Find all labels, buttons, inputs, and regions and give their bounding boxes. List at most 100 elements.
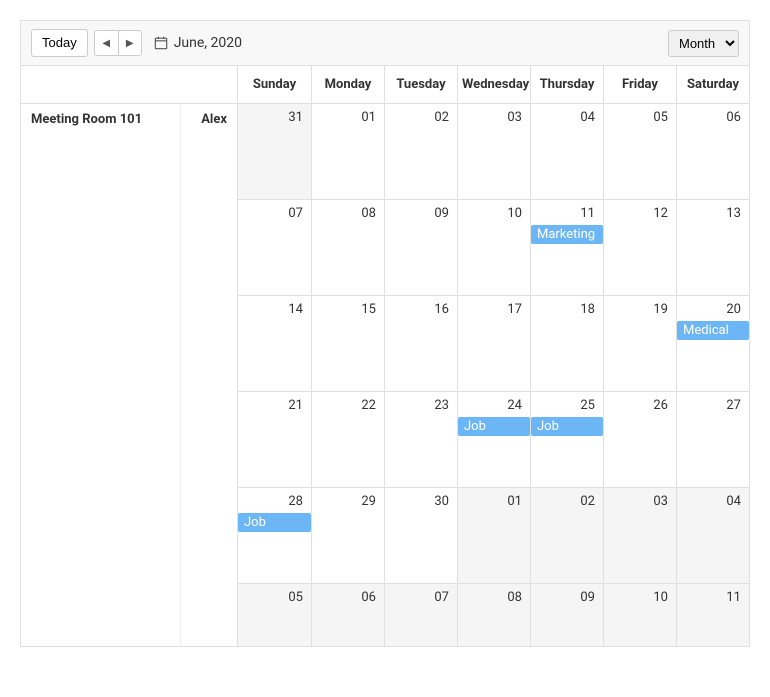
day-cell[interactable]: 11 Marketing	[530, 200, 603, 295]
day-cell[interactable]: 12	[603, 200, 676, 295]
day-number: 30	[389, 494, 449, 509]
day-header: Saturday	[676, 66, 749, 104]
day-number: 13	[681, 206, 741, 221]
day-number: 03	[462, 110, 522, 125]
day-number: 08	[462, 590, 522, 605]
today-button[interactable]: Today	[31, 29, 88, 57]
day-number: 27	[681, 398, 741, 413]
day-number: 11	[681, 590, 741, 605]
day-number: 07	[389, 590, 449, 605]
day-number: 15	[316, 302, 376, 317]
week-row: 07 08 09 10 11 Marketing 12 13	[238, 200, 749, 296]
day-cell[interactable]: 03	[603, 488, 676, 583]
day-cell[interactable]: 05	[238, 584, 311, 646]
day-number: 05	[608, 110, 668, 125]
day-cell[interactable]: 25Job	[530, 392, 603, 487]
day-cell[interactable]: 16	[384, 296, 457, 391]
day-cell[interactable]: 18	[530, 296, 603, 391]
calendar-event[interactable]: Marketing	[531, 225, 603, 244]
day-header: Monday	[311, 66, 384, 104]
day-cell[interactable]: 02	[384, 104, 457, 199]
calendar-event[interactable]: Job	[238, 513, 311, 532]
day-number: 14	[242, 302, 303, 317]
day-cell[interactable]: 17	[457, 296, 530, 391]
day-number: 24	[462, 398, 522, 413]
day-cell[interactable]: 07	[238, 200, 311, 295]
day-cell[interactable]: 09	[530, 584, 603, 646]
day-cell[interactable]: 04	[676, 488, 749, 583]
day-cell[interactable]: 24 Job	[457, 392, 530, 487]
day-cell[interactable]: 04	[530, 104, 603, 199]
toolbar: Today ◀ ▶ June, 2020 Month	[21, 21, 749, 66]
date-picker[interactable]: June, 2020	[154, 35, 242, 51]
day-cell[interactable]: 10	[603, 584, 676, 646]
scheduler: Today ◀ ▶ June, 2020 Month	[20, 20, 750, 647]
chevron-left-icon: ◀	[102, 38, 110, 49]
day-cell[interactable]: 26	[603, 392, 676, 487]
resource-owner-cell: Alex	[181, 104, 237, 646]
day-number: 09	[535, 590, 595, 605]
day-cell[interactable]: 27	[676, 392, 749, 487]
day-number: 05	[242, 590, 303, 605]
day-cell[interactable]: 30	[384, 488, 457, 583]
day-header: Tuesday	[384, 66, 457, 104]
day-cell[interactable]: 31	[238, 104, 311, 199]
day-cell[interactable]: 21	[238, 392, 311, 487]
day-number: 04	[681, 494, 741, 509]
day-header-row: SundayMondayTuesdayWednesdayThursdayFrid…	[238, 66, 749, 104]
day-cell[interactable]: 06	[676, 104, 749, 199]
day-number: 09	[389, 206, 449, 221]
day-cell[interactable]: 10	[457, 200, 530, 295]
day-number: 06	[681, 110, 741, 125]
day-cell[interactable]: 06	[311, 584, 384, 646]
next-button[interactable]: ▶	[118, 30, 142, 56]
day-number: 11	[535, 206, 595, 221]
day-number: 16	[389, 302, 449, 317]
day-cell[interactable]: 03	[457, 104, 530, 199]
week-row: 05 06 07 08 09 10 11	[238, 584, 749, 646]
day-number: 02	[535, 494, 595, 509]
day-cell[interactable]: 29	[311, 488, 384, 583]
day-number: 12	[608, 206, 668, 221]
day-number: 04	[535, 110, 595, 125]
day-header: Friday	[603, 66, 676, 104]
resource-group-cell: Meeting Room 101	[21, 104, 181, 646]
day-cell[interactable]: 02	[530, 488, 603, 583]
resource-row: Meeting Room 101 Alex	[21, 104, 237, 646]
prev-button[interactable]: ◀	[94, 30, 118, 56]
day-number: 02	[389, 110, 449, 125]
view-select[interactable]: Month	[668, 30, 739, 57]
week-row: 212223 24 Job25Job26 27	[238, 392, 749, 488]
day-cell[interactable]: 11	[676, 584, 749, 646]
day-cell[interactable]: 08	[311, 200, 384, 295]
toolbar-left: Today ◀ ▶ June, 2020	[31, 29, 242, 57]
day-cell[interactable]: 13	[676, 200, 749, 295]
day-number: 01	[316, 110, 376, 125]
day-header: Thursday	[530, 66, 603, 104]
day-cell[interactable]: 22	[311, 392, 384, 487]
day-cell[interactable]: 01	[457, 488, 530, 583]
day-cell[interactable]: 07	[384, 584, 457, 646]
day-cell[interactable]: 08	[457, 584, 530, 646]
day-number: 03	[608, 494, 668, 509]
calendar-event[interactable]: Job	[458, 417, 530, 436]
day-number: 07	[242, 206, 303, 221]
weeks-container: 31 01 02 03 04 05 06 07 08 09 10 11 Marketing 12 13 14 1…	[238, 104, 749, 646]
day-cell[interactable]: 01	[311, 104, 384, 199]
day-cell[interactable]: 19	[603, 296, 676, 391]
calendar-event[interactable]: Medical	[677, 321, 749, 340]
day-header: Sunday	[238, 66, 311, 104]
day-cell[interactable]: 28Job	[238, 488, 311, 583]
calendar-event[interactable]: Job	[531, 417, 603, 436]
day-cell[interactable]: 15	[311, 296, 384, 391]
day-number: 18	[535, 302, 595, 317]
day-cell[interactable]: 23	[384, 392, 457, 487]
calendar-grid[interactable]: SundayMondayTuesdayWednesdayThursdayFrid…	[238, 66, 749, 646]
day-cell[interactable]: 05	[603, 104, 676, 199]
day-cell[interactable]: 14	[238, 296, 311, 391]
day-cell[interactable]: 20Medical	[676, 296, 749, 391]
day-header: Wednesday	[457, 66, 530, 104]
day-number: 19	[608, 302, 668, 317]
day-cell[interactable]: 09	[384, 200, 457, 295]
day-number: 10	[462, 206, 522, 221]
